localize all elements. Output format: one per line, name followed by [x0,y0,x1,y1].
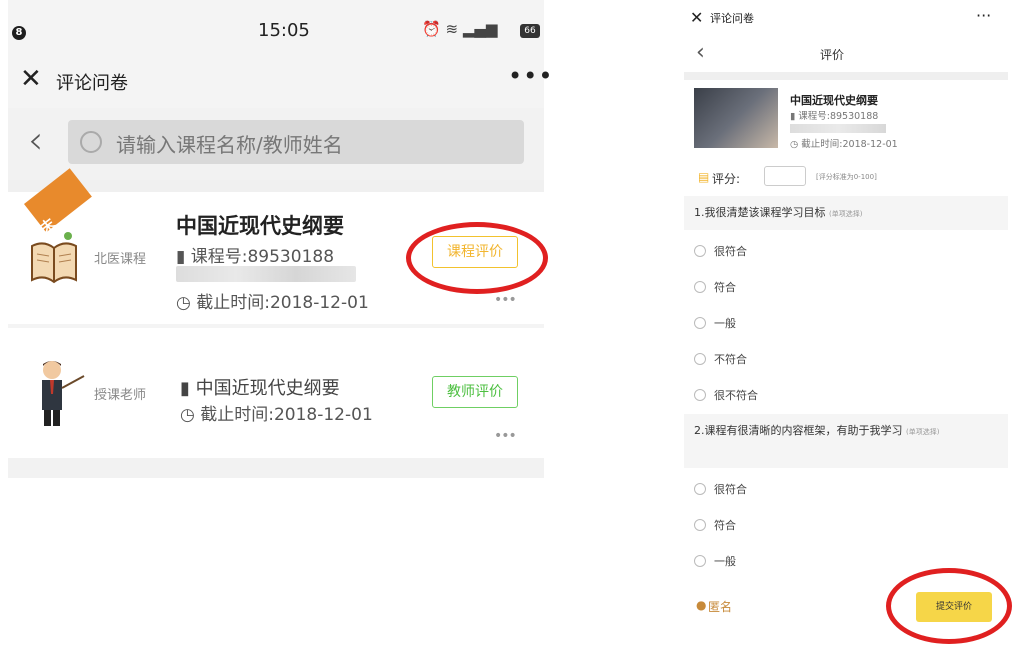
radio-button[interactable] [694,317,706,329]
status-bar: 8 15:05 ⏰ ≋ ▂▄▆ 66 [8,0,544,56]
option-label: 不符合 [714,353,747,366]
open-book-icon [31,232,77,284]
question-header: 1.我很清楚该课程学习目标 (单项选择) [684,196,1008,230]
status-time: 15:05 [258,20,310,41]
teacher-icon [42,361,85,426]
course-title: 中国近现代史纲要 [790,94,878,107]
app-title-bar: ✕ 评论问卷 ••• [8,56,552,108]
question-type: (单项选择) [829,210,863,218]
option-label: 很不符合 [714,389,758,402]
question-text: 2.课程有很清晰的内容框架，有助于我学习 (单项选择) [694,422,1000,441]
status-icons: ⏰ ≋ ▂▄▆ [422,20,497,38]
score-input[interactable] [764,166,806,186]
nav-title: 评价 [820,48,845,62]
course-name: ▮ 中国近现代史纲要 [180,378,340,399]
radio-button[interactable] [694,389,706,401]
question-title: 2.课程有很清晰的内容框架，有助于我学习 [694,424,903,437]
search-bar: ‹ 请输入课程名称/教师姓名 [8,108,544,180]
card-more-icon[interactable]: ••• [494,428,517,444]
divider [8,458,544,478]
score-icon: ▤ [698,170,710,184]
annotation-circle [886,568,1012,644]
option-label: 一般 [714,317,736,330]
radio-button[interactable] [694,353,706,365]
radio-button[interactable] [694,281,706,293]
option-label: 一般 [714,555,736,568]
radio-button[interactable] [694,245,706,257]
battery-icon: 66 [520,24,540,38]
course-number: ▮ 课程号:89530188 [790,111,879,122]
option-label: 很符合 [714,483,747,496]
divider [8,180,544,192]
score-row: ▤ 评分: [评分标准为0-100] [684,164,1008,194]
option-label: 符合 [714,519,736,532]
deadline: ◷ 截止时间:2018-12-01 [790,139,898,150]
score-label: 评分: [712,172,741,186]
blurred-teacher-info [176,266,356,282]
course-title: 中国近现代史纲要 [176,214,344,238]
user-icon: ● [696,598,707,612]
question-title: 1.我很清楚该课程学习目标 [694,206,826,219]
search-input[interactable]: 请输入课程名称/教师姓名 [68,120,524,164]
divider [684,72,1008,80]
course-number: ▮ 课程号:89530188 [176,247,335,267]
blurred-teacher-info [790,124,886,133]
close-icon[interactable]: ✕ [690,8,703,27]
card-tag: 授课老师 [94,388,147,403]
signal-icon: ▂▄▆ [462,20,498,38]
screenshot-root: 8 15:05 ⏰ ≋ ▂▄▆ 66 ✕ 评论问卷 ••• ‹ 请输入课程名称/… [0,0,1016,646]
more-menu-icon[interactable]: ••• [508,62,553,90]
card-tag: 北医课程 [94,252,147,267]
close-icon[interactable]: ✕ [20,64,42,94]
wifi-icon: ≋ [445,20,459,38]
question-type: (单项选择) [906,428,940,436]
teacher-card[interactable]: 授课老师 ▮ 中国近现代史纲要 ◷ 截止时间:2018-12-01 教师评价 •… [8,328,544,458]
card-more-icon[interactable]: ••• [494,292,517,308]
course-thumbnail [694,88,778,148]
option-label: 符合 [714,281,736,294]
question-header: 2.课程有很清晰的内容框架，有助于我学习 (单项选择) [684,414,1008,468]
deadline: ◷ 截止时间:2018-12-01 [180,405,373,425]
app-title-bar: ✕ 评论问卷 ··· [684,0,1008,36]
radio-button[interactable] [694,483,706,495]
nav-bar: ‹ 评价 [684,36,1008,72]
page-title: 评论问卷 [56,73,128,94]
alarm-icon: ⏰ [422,20,441,38]
radio-button[interactable] [694,555,706,567]
search-icon [80,131,102,153]
more-menu-icon[interactable]: ··· [976,6,991,25]
teacher-evaluate-button[interactable]: 教师评价 [432,376,518,408]
radio-button[interactable] [694,519,706,531]
option-label: 很符合 [714,245,747,258]
anonymous-toggle[interactable]: 匿名 [708,598,732,615]
back-chevron-icon[interactable]: ‹ [696,40,705,65]
deadline: ◷ 截止时间:2018-12-01 [176,293,369,313]
notification-badge: 8 [12,26,26,40]
score-note: [评分标准为0-100] [816,173,877,181]
search-placeholder: 请输入课程名称/教师姓名 [116,133,343,157]
course-summary: 中国近现代史纲要 ▮ 课程号:89530188 ◷ 截止时间:2018-12-0… [684,80,1008,164]
right-phone-screen: ✕ 评论问卷 ··· ‹ 评价 中国近现代史纲要 ▮ 课程号:89530188 … [684,0,1008,646]
back-chevron-icon[interactable]: ‹ [28,118,43,162]
annotation-circle [406,222,548,294]
question-text: 1.我很清楚该课程学习目标 (单项选择) [694,204,1000,223]
page-title: 评论问卷 [710,12,754,25]
